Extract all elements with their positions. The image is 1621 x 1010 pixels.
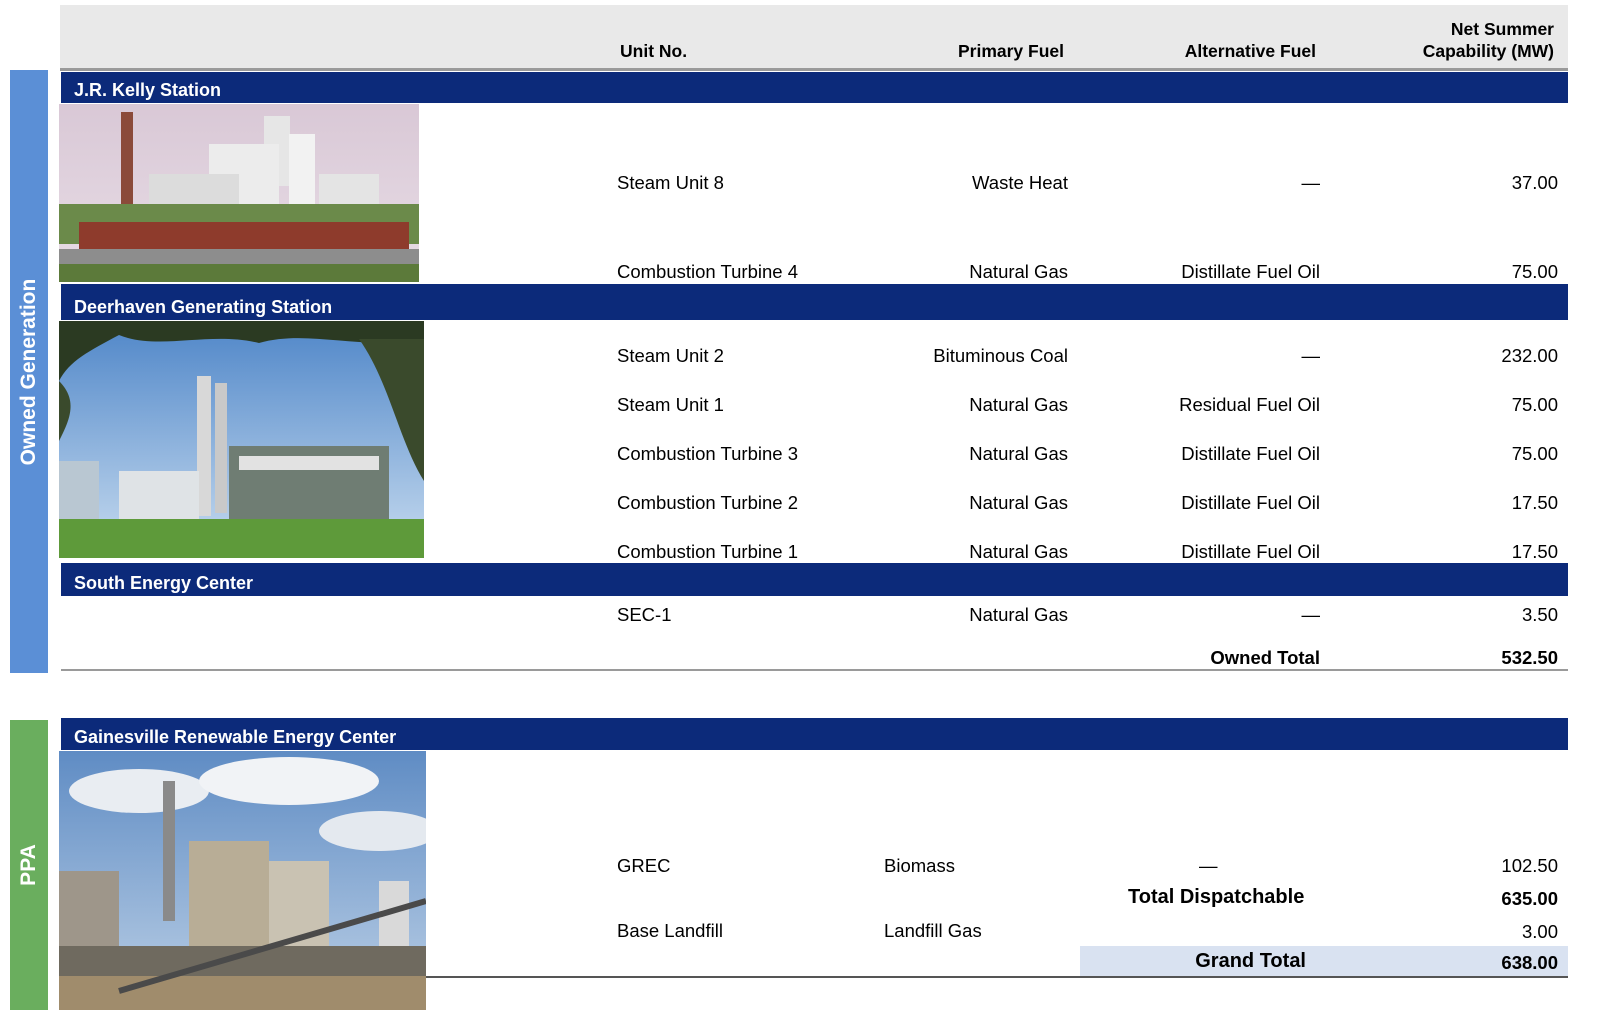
alternative-fuel: Distillate Fuel Oil [1181,443,1320,464]
alternative-fuel: — [1301,604,1321,625]
station-band-grec: Gainesville Renewable Energy Center [61,718,1568,750]
capability: 75.00 [1511,394,1558,415]
capability: 3.50 [1521,604,1558,625]
capability: 3.00 [1521,921,1558,942]
unit-name: Base Landfill [617,920,723,941]
header-unit-no: Unit No. [620,41,688,61]
owned-total-divider [61,669,1568,671]
unit-name: Steam Unit 8 [617,172,724,193]
primary-fuel: Landfill Gas [884,920,982,941]
total-dispatchable-value: 635.00 [1501,888,1558,909]
unit-name: Combustion Turbine 3 [617,443,798,464]
header-divider [60,68,1568,71]
primary-fuel: Natural Gas [969,443,1068,464]
primary-fuel: Waste Heat [972,172,1068,193]
owned-generation-text: Owned Generation [17,278,40,465]
capability: 37.00 [1511,172,1558,193]
unit-name: Steam Unit 2 [617,345,724,366]
alternative-fuel: Residual Fuel Oil [1179,394,1320,415]
kelly-station-photo [59,104,419,282]
unit-name: SEC-1 [617,604,672,625]
station-name: Gainesville Renewable Energy Center [74,727,397,747]
owned-generation-side-label: Owned Generation [10,70,48,673]
table-header [60,5,1568,68]
grec-station-photo [59,751,426,1010]
grand-total-value: 638.00 [1501,952,1558,973]
station-name: J.R. Kelly Station [74,80,222,100]
grand-total-label: Grand Total [1195,950,1306,972]
ppa-side-label: PPA [10,720,48,1010]
unit-name: GREC [617,855,671,876]
alternative-fuel: Distillate Fuel Oil [1181,541,1320,562]
primary-fuel: Natural Gas [969,394,1068,415]
capability: 17.50 [1511,541,1558,562]
total-dispatchable-label: Total Dispatchable [1128,886,1305,908]
primary-fuel: Natural Gas [969,541,1068,562]
unit-name: Combustion Turbine 1 [617,541,798,562]
primary-fuel: Biomass [884,855,955,876]
alternative-fuel: Distillate Fuel Oil [1181,261,1320,282]
alternative-fuel: — [1301,345,1321,366]
capability: 75.00 [1511,443,1558,464]
unit-name: Steam Unit 1 [617,394,724,415]
capability: 75.00 [1511,261,1558,282]
header-capability: Net Summer Capability (MW) [1360,18,1554,62]
header-primary-fuel: Primary Fuel [957,41,1064,61]
header-alternative-fuel: Alternative Fuel [1184,41,1316,61]
owned-total-value: 532.50 [1501,647,1558,668]
alternative-fuel: — [1199,855,1218,876]
station-name: Deerhaven Generating Station [74,297,333,317]
primary-fuel: Natural Gas [969,604,1068,625]
station-band-south: South Energy Center [61,563,1568,596]
unit-name: Combustion Turbine 4 [617,261,798,282]
station-name: South Energy Center [74,573,254,593]
deerhaven-station-photo [59,321,424,558]
primary-fuel: Bituminous Coal [933,345,1068,366]
owned-total-label: Owned Total [1210,647,1320,668]
capability: 17.50 [1511,492,1558,513]
alternative-fuel: — [1301,172,1321,193]
primary-fuel: Natural Gas [969,261,1068,282]
station-band-kelly: J.R. Kelly Station [61,72,1568,103]
capability: 102.50 [1501,855,1558,876]
header-capability-line1: Net Summer [1450,19,1554,39]
station-band-deerhaven: Deerhaven Generating Station [61,284,1568,320]
header-capability-line2: Capability (MW) [1422,41,1554,61]
grand-total-divider [426,976,1568,978]
alternative-fuel: Distillate Fuel Oil [1181,492,1320,513]
unit-name: Combustion Turbine 2 [617,492,798,513]
capability: 232.00 [1501,345,1558,366]
primary-fuel: Natural Gas [969,492,1068,513]
ppa-text: PPA [17,844,40,886]
